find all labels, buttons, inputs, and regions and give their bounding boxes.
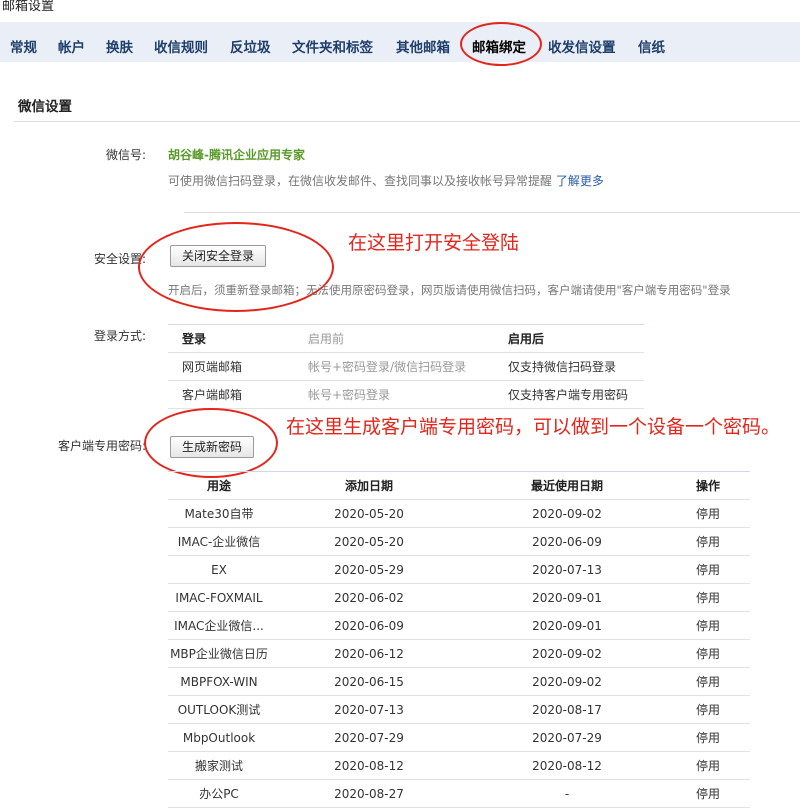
tab-mailbox-binding[interactable]: 邮箱绑定 <box>472 36 526 56</box>
cell-last-used-date: 2020-07-29 <box>468 723 666 752</box>
login-method-table: 登录 启用前 启用后 网页端邮箱 帐号+密码登录/微信扫码登录 仅支持微信扫码登… <box>168 324 644 409</box>
cell-purpose: 搬家测试 <box>168 751 270 780</box>
tab-general[interactable]: 常规 <box>10 36 37 56</box>
annotation-password-note: 在这里生成客户端专用密码，可以做到一个设备一个密码。 <box>286 416 781 438</box>
annotation-security-note: 在这里打开安全登陆 <box>348 232 520 254</box>
section-divider <box>14 121 800 122</box>
window-title: 邮箱设置 <box>2 0 55 14</box>
cell-purpose: Mate30自带 <box>168 499 270 528</box>
cell-added-date: 2020-08-12 <box>270 751 468 780</box>
login-method-label: 登录方式: <box>94 329 147 343</box>
tab-send-receive-settings[interactable]: 收发信设置 <box>548 36 616 56</box>
cell-purpose: MbpOutlook <box>168 723 270 752</box>
table-row: IMAC企业微信... 2020-06-09 2020-09-01 停用 <box>168 611 750 640</box>
table-row: MBPFOX-WIN 2020-06-15 2020-09-02 停用 <box>168 667 750 696</box>
cell-after: 仅支持微信扫码登录 <box>508 352 644 381</box>
disable-link[interactable]: 停用 <box>666 695 750 724</box>
col-header-login: 登录 <box>168 324 308 353</box>
cell-last-used-date: 2020-09-01 <box>468 611 666 640</box>
cell-added-date: 2020-07-13 <box>270 695 468 724</box>
table-row: IMAC-企业微信 2020-05-20 2020-06-09 停用 <box>168 527 750 556</box>
generate-password-button[interactable]: 生成新密码 <box>170 436 255 458</box>
annotation-circle-security <box>138 222 334 312</box>
disable-link[interactable]: 停用 <box>666 499 750 528</box>
tab-stationery[interactable]: 信纸 <box>638 36 665 56</box>
disable-link[interactable]: 停用 <box>666 639 750 668</box>
cell-last-used-date: 2020-09-02 <box>468 667 666 696</box>
cell-added-date: 2020-05-20 <box>270 499 468 528</box>
cell-added-date: 2020-06-12 <box>270 639 468 668</box>
table-row: 客户端邮箱 帐号+密码登录 仅支持客户端专用密码 <box>168 380 644 409</box>
tab-account[interactable]: 帐户 <box>58 36 85 56</box>
disable-link[interactable]: 停用 <box>666 555 750 584</box>
cell-login-type: 客户端邮箱 <box>168 380 308 409</box>
cell-added-date: 2020-05-20 <box>270 527 468 556</box>
cell-purpose: MBP企业微信日历 <box>168 639 270 668</box>
cell-last-used-date: 2020-09-02 <box>468 639 666 668</box>
tab-folders-labels[interactable]: 文件夹和标签 <box>292 36 373 56</box>
table-row: Mate30自带 2020-05-20 2020-09-02 停用 <box>168 499 750 528</box>
tab-skin[interactable]: 换肤 <box>106 36 133 56</box>
wechat-label: 微信号: <box>106 148 147 162</box>
settings-tab-bar: 常规 帐户 换肤 收信规则 反垃圾 文件夹和标签 其他邮箱 邮箱绑定 收发信设置… <box>0 22 800 62</box>
col-header-last-used: 最近使用日期 <box>468 471 666 500</box>
cell-last-used-date: 2020-06-09 <box>468 527 666 556</box>
cell-before: 帐号+密码登录/微信扫码登录 <box>308 352 508 381</box>
client-password-label: 客户端专用密码: <box>58 439 147 453</box>
cell-added-date: 2020-06-09 <box>270 611 468 640</box>
table-row: 网页端邮箱 帐号+密码登录/微信扫码登录 仅支持微信扫码登录 <box>168 352 644 381</box>
cell-last-used-date: 2020-07-13 <box>468 555 666 584</box>
disable-link[interactable]: 停用 <box>666 583 750 612</box>
disable-link[interactable]: 停用 <box>666 611 750 640</box>
security-label: 安全设置: <box>94 252 147 266</box>
cell-last-used-date: 2020-09-01 <box>468 583 666 612</box>
table-row: MBP企业微信日历 2020-06-12 2020-09-02 停用 <box>168 639 750 668</box>
disable-link[interactable]: 停用 <box>666 751 750 780</box>
tab-mail-rules[interactable]: 收信规则 <box>154 36 208 56</box>
security-description: 开启后，须重新登录邮箱；无法使用原密码登录，网页版请使用微信扫码，客户端请使用"… <box>168 283 731 297</box>
learn-more-link[interactable]: 了解更多 <box>556 174 604 188</box>
col-header-action: 操作 <box>666 471 750 500</box>
client-password-table: 用途 添加日期 最近使用日期 操作 Mate30自带 2020-05-20 2020… <box>168 471 750 808</box>
cell-after: 仅支持客户端专用密码 <box>508 380 644 409</box>
cell-purpose: IMAC-FOXMAIL <box>168 583 270 612</box>
table-header-row: 用途 添加日期 最近使用日期 操作 <box>168 471 750 500</box>
table-row: OUTLOOK测试 2020-07-13 2020-08-17 停用 <box>168 695 750 724</box>
cell-login-type: 网页端邮箱 <box>168 352 308 381</box>
col-header-purpose: 用途 <box>168 471 270 500</box>
table-row: 搬家测试 2020-08-12 2020-08-12 停用 <box>168 751 750 780</box>
tab-other-mailbox[interactable]: 其他邮箱 <box>396 36 450 56</box>
col-header-added: 添加日期 <box>270 471 468 500</box>
cell-purpose: IMAC-企业微信 <box>168 527 270 556</box>
table-header-row: 登录 启用前 启用后 <box>168 324 644 353</box>
cell-added-date: 2020-05-29 <box>270 555 468 584</box>
section-title: 微信设置 <box>18 99 72 115</box>
wechat-account-name: 胡谷峰-腾讯企业应用专家 <box>168 148 305 162</box>
tab-anti-spam[interactable]: 反垃圾 <box>230 36 271 56</box>
table-row: EX 2020-05-29 2020-07-13 停用 <box>168 555 750 584</box>
cell-added-date: 2020-07-29 <box>270 723 468 752</box>
cell-added-date: 2020-06-02 <box>270 583 468 612</box>
disable-link[interactable]: 停用 <box>666 667 750 696</box>
col-header-before: 启用前 <box>308 324 508 353</box>
wechat-description: 可使用微信扫码登录，在微信收发邮件、查找同事以及接收帐号异常提醒 了解更多 <box>168 172 604 189</box>
cell-purpose: IMAC企业微信... <box>168 611 270 640</box>
cell-purpose: MBPFOX-WIN <box>168 667 270 696</box>
col-header-after: 启用后 <box>508 324 644 353</box>
cell-last-used-date: 2020-08-17 <box>468 695 666 724</box>
table-row: MbpOutlook 2020-07-29 2020-07-29 停用 <box>168 723 750 752</box>
disable-link[interactable]: 停用 <box>666 723 750 752</box>
cell-last-used-date: 2020-09-02 <box>468 499 666 528</box>
cell-added-date: 2020-06-15 <box>270 667 468 696</box>
wechat-divider <box>184 212 800 213</box>
cell-purpose: OUTLOOK测试 <box>168 695 270 724</box>
cell-purpose: EX <box>168 555 270 584</box>
disable-link[interactable]: 停用 <box>666 527 750 556</box>
cell-before: 帐号+密码登录 <box>308 380 508 409</box>
table-row: IMAC-FOXMAIL 2020-06-02 2020-09-01 停用 <box>168 583 750 612</box>
wechat-desc-text: 可使用微信扫码登录，在微信收发邮件、查找同事以及接收帐号异常提醒 <box>168 174 553 188</box>
disable-secure-login-button[interactable]: 关闭安全登录 <box>170 245 267 267</box>
cell-last-used-date: 2020-08-12 <box>468 751 666 780</box>
